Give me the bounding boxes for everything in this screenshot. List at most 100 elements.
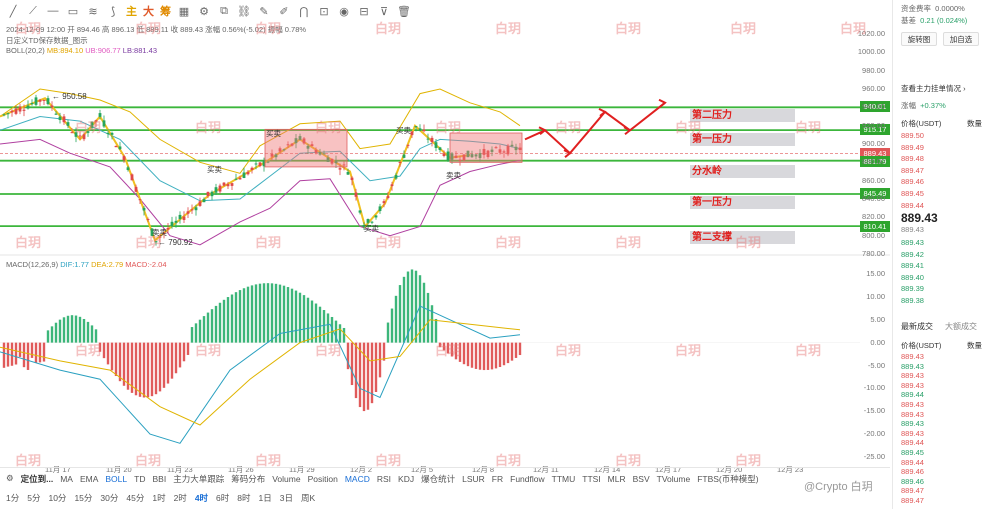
rotate-chart-button[interactable]: 旋转图 xyxy=(901,32,937,46)
chips-button[interactable]: 筹 xyxy=(160,3,171,19)
macd-bar xyxy=(482,342,486,371)
fib-tool-icon[interactable]: ≋ xyxy=(86,4,100,18)
brush-tool-icon[interactable]: ⟆ xyxy=(106,4,120,18)
macd-bar xyxy=(146,342,150,398)
indicator-ma[interactable]: MA xyxy=(60,474,73,484)
trade-price: 889.46 xyxy=(901,476,924,486)
ask-price[interactable]: 889.45 xyxy=(901,189,924,198)
macd-bar xyxy=(86,321,90,343)
indicator-ttmu[interactable]: TTMU xyxy=(552,474,576,484)
settings-icon[interactable]: ⚙ xyxy=(197,4,211,18)
interval-option[interactable]: 4时 xyxy=(195,492,208,504)
bid-price[interactable]: 889.39 xyxy=(901,284,924,293)
interval-option[interactable]: 3日 xyxy=(280,492,293,504)
bid-price[interactable]: 889.40 xyxy=(901,273,924,282)
settings-icon[interactable]: ⚙ xyxy=(6,473,14,484)
macd-bar xyxy=(114,342,118,377)
hline-tool-icon[interactable]: — xyxy=(46,4,60,18)
highlighter-icon[interactable]: ✐ xyxy=(277,4,291,18)
zone-watershed: 分水岭 xyxy=(690,165,795,178)
bid-price[interactable]: 889.43 xyxy=(901,238,924,247)
bid-price[interactable]: 889.38 xyxy=(901,296,924,305)
indicator-mlr[interactable]: MLR xyxy=(608,474,626,484)
main-flow-link[interactable]: 查看主力挂单情况 › xyxy=(901,83,966,94)
candle-body xyxy=(430,137,434,143)
candle-body xyxy=(22,109,26,111)
indicator-[interactable]: 筹码分布 xyxy=(231,473,265,485)
indicator-bsv[interactable]: BSV xyxy=(633,474,650,484)
ask-price[interactable]: 889.44 xyxy=(901,201,924,210)
indicator-tvolume[interactable]: TVolume xyxy=(657,474,691,484)
interval-option[interactable]: 10分 xyxy=(48,492,66,504)
delete-icon[interactable]: 🗑 xyxy=(397,4,411,18)
filter-icon[interactable]: ⊽ xyxy=(377,4,391,18)
locate-button[interactable]: 定位到... xyxy=(21,473,54,485)
indicator-macd[interactable]: MACD xyxy=(345,474,370,484)
chart-canvas[interactable] xyxy=(0,22,890,467)
indicator-position[interactable]: Position xyxy=(308,474,338,484)
tab-big-trades[interactable]: 大额成交 xyxy=(945,321,977,332)
interval-option[interactable]: 6时 xyxy=(216,492,229,504)
ask-price[interactable]: 889.47 xyxy=(901,166,924,175)
macd-bar xyxy=(98,342,102,352)
ask-price[interactable]: 889.49 xyxy=(901,143,924,152)
main-force-button[interactable]: 主 xyxy=(126,3,137,19)
indicator-rsi[interactable]: RSI xyxy=(377,474,391,484)
indicator-ftbs[interactable]: FTBS(币种模型) xyxy=(697,473,758,485)
interval-option[interactable]: 1时 xyxy=(152,492,165,504)
screenshot-icon[interactable]: ⧉ xyxy=(217,4,231,18)
interval-option[interactable]: 5分 xyxy=(27,492,40,504)
indicator-kdj[interactable]: KDJ xyxy=(398,474,414,484)
interval-option[interactable]: 1日 xyxy=(259,492,272,504)
ask-price[interactable]: 889.48 xyxy=(901,154,924,163)
ask-price[interactable]: 889.46 xyxy=(901,177,924,186)
ray-tool-icon[interactable]: ⟋ xyxy=(26,4,40,18)
macd-tick: -10.00 xyxy=(863,383,885,393)
rect-tool-icon[interactable]: ▭ xyxy=(66,4,80,18)
line-tool-icon[interactable]: ╱ xyxy=(6,4,20,18)
indicator-ema[interactable]: EMA xyxy=(80,474,98,484)
add-watchlist-button[interactable]: 加自选 xyxy=(943,32,979,46)
candle-body xyxy=(166,227,170,230)
indicator-ttsi[interactable]: TTSI xyxy=(582,474,600,484)
ask-price[interactable]: 889.50 xyxy=(901,131,924,140)
interval-option[interactable]: 15分 xyxy=(74,492,92,504)
interval-option[interactable]: 30分 xyxy=(100,492,118,504)
indicator-fr[interactable]: FR xyxy=(492,474,503,484)
lock-icon[interactable]: ⊡ xyxy=(317,4,331,18)
indicator-fundflow[interactable]: Fundflow xyxy=(510,474,545,484)
price-chart-area[interactable]: 2024-12-09 12:00 开 894.46 高 896.13 低 889… xyxy=(0,21,890,474)
indicator-[interactable]: 主力大单跟踪 xyxy=(173,473,224,485)
pen-icon[interactable]: ✎ xyxy=(257,4,271,18)
indicator-bbi[interactable]: BBI xyxy=(152,474,166,484)
bid-price[interactable]: 889.41 xyxy=(901,261,924,270)
bid-price[interactable]: 889.42 xyxy=(901,250,924,259)
interval-row: 1分 5分 10分 15分 30分 45分 1时 2时 4时 6时 8时 1日 3日 周K xyxy=(0,490,315,506)
change-label: 涨幅 xyxy=(901,101,916,110)
indicator-lsur[interactable]: LSUR xyxy=(462,474,485,484)
zone-first-resistance: 第一压力 xyxy=(690,133,795,146)
macd-tick: -25.00 xyxy=(863,452,885,461)
measure-icon[interactable]: ⊟ xyxy=(357,4,371,18)
big-order-button[interactable]: 大 xyxy=(143,3,154,19)
boll-low: LB:881.43 xyxy=(122,46,157,55)
macd-bar xyxy=(382,342,386,361)
layout-icon[interactable]: ▦ xyxy=(177,4,191,18)
interval-option[interactable]: 8时 xyxy=(237,492,250,504)
indicator-volume[interactable]: Volume xyxy=(272,474,300,484)
interval-option[interactable]: 2时 xyxy=(174,492,187,504)
magnet-icon[interactable]: ⋂ xyxy=(297,4,311,18)
indicator-[interactable]: 爆仓统计 xyxy=(421,473,455,485)
tab-latest-trades[interactable]: 最新成交 xyxy=(901,321,933,332)
link-icon[interactable]: ⛓ xyxy=(237,4,251,18)
indicator-td[interactable]: TD xyxy=(134,474,145,484)
interval-option[interactable]: 45分 xyxy=(126,492,144,504)
interval-option[interactable]: 1分 xyxy=(6,492,19,504)
eye-icon[interactable]: ◉ xyxy=(337,4,351,18)
macd-bar xyxy=(94,329,98,343)
macd-bar xyxy=(342,327,346,343)
macd-bar xyxy=(118,342,122,382)
indicator-boll[interactable]: BOLL xyxy=(105,474,127,484)
interval-option[interactable]: 周K xyxy=(301,492,315,504)
low-label: ← 790.92 xyxy=(158,238,193,247)
